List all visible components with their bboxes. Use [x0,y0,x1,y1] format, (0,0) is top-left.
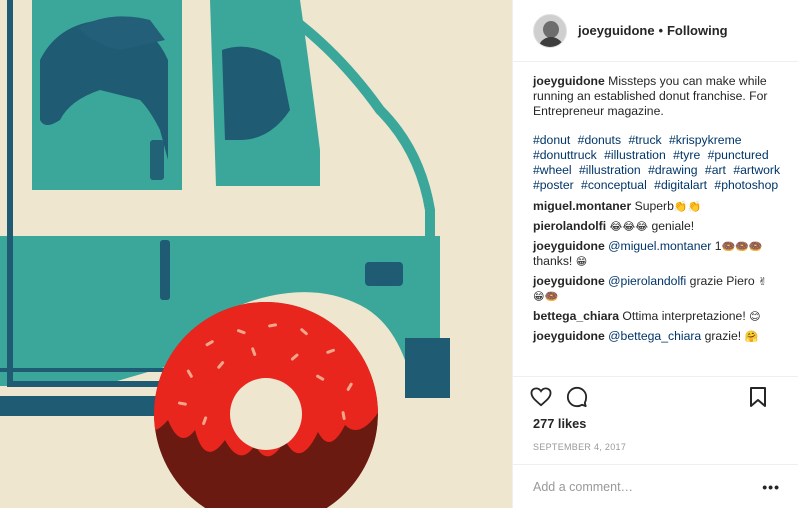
hashtag-link[interactable]: #donuttruck [533,148,597,162]
hashtag-link[interactable]: #punctured [708,148,769,162]
comment-username[interactable]: joeyguidone [533,274,605,288]
caption-username[interactable]: joeyguidone [533,74,605,88]
hashtag-link[interactable]: #donuts [578,133,621,147]
speech-bubble-icon[interactable] [565,385,589,409]
header-separator: • [658,23,663,38]
add-comment-input[interactable] [533,479,733,494]
comment-username[interactable]: joeyguidone [533,329,605,343]
action-bar [513,376,798,416]
comments-list: joeyguidone Missteps you can make while … [513,62,798,376]
comment-text: grazie Piero [689,274,755,288]
avatar-body [538,36,564,47]
post-sidebar: joeyguidone • Following joeyguidone Miss… [512,0,798,508]
header-username[interactable]: joeyguidone [578,23,655,38]
hashtag-link[interactable]: #digitalart [654,178,707,192]
comment-mention[interactable]: @miguel.montaner [608,239,711,253]
hashtag-link[interactable]: #conceptual [581,178,647,192]
hugging-emoji-icon: 🤗 [744,330,759,343]
hashtag-link[interactable]: #art [705,163,726,177]
comment-text: geniale! [651,219,695,233]
victory-hand-emoji-icon: ✌ [758,275,768,288]
following-button[interactable]: Following [667,23,728,38]
avatar[interactable] [533,13,567,48]
hashtag-link[interactable]: #krispykreme [669,133,741,147]
comment-text: Superb [634,199,674,213]
donut-emoji-icon: 🍩🍩🍩 [721,240,763,253]
donut-truck-illustration [0,0,512,508]
heart-icon[interactable] [529,385,553,409]
hashtag-link[interactable]: #tyre [673,148,700,162]
ellipsis-icon[interactable]: ••• [762,479,780,495]
post-image[interactable] [0,0,512,508]
caption: joeyguidone Missteps you can make while … [533,74,798,119]
comment: joeyguidone @pierolandolfi grazie Piero … [533,274,798,304]
clapping-emoji-icon: 👏👏 [673,200,702,213]
comment-text: 1 [714,239,722,253]
hashtag-link[interactable]: #photoshop [714,178,778,192]
comment-username[interactable]: miguel.montaner [533,199,631,213]
hashtag-list: #donut #donuts #truck #krispykreme #donu… [533,133,798,193]
hashtag-link[interactable]: #truck [628,133,661,147]
likes-count[interactable]: 277 likes [513,416,798,434]
hashtag-link[interactable]: #donut [533,133,570,147]
comment: bettega_chiara Ottima interpretazione! 😊 [533,309,798,324]
grinning-donut-emoji-icon: 😁🍩 [533,290,559,303]
hashtag-link[interactable]: #poster [533,178,574,192]
comment-username[interactable]: pierolandolfi [533,219,606,233]
comment-text: grazie! [704,329,742,343]
comment: joeyguidone @miguel.montaner 1🍩🍩🍩 thanks… [533,239,798,269]
post-date: September 4, 2017 [533,442,627,452]
comment-text: Ottima interpretazione! [622,309,746,323]
hashtag-link[interactable]: #artwork [733,163,780,177]
grinning-emoji-icon: 😁 [575,255,588,268]
hashtag-link[interactable]: #wheel [533,163,572,177]
comment: miguel.montaner Superb👏👏 [533,199,798,214]
hashtag-link[interactable]: #drawing [648,163,697,177]
laughing-emoji-icon: 😂😂😂 [609,220,649,233]
smiling-emoji-icon: 😊 [749,310,761,323]
comment-text-after: thanks! [533,254,573,268]
comment-username[interactable]: bettega_chiara [533,309,619,323]
comment: pierolandolfi 😂😂😂 geniale! [533,219,798,234]
comment-mention[interactable]: @pierolandolfi [608,274,686,288]
comment-mention[interactable]: @bettega_chiara [608,329,701,343]
avatar-face [543,20,559,38]
post-header: joeyguidone • Following [513,0,798,62]
comment: joeyguidone @bettega_chiara grazie! 🤗 [533,329,798,344]
instagram-post: joeyguidone • Following joeyguidone Miss… [0,0,798,508]
add-comment-bar: ••• [513,464,798,508]
comment-username[interactable]: joeyguidone [533,239,605,253]
bookmark-icon[interactable] [746,385,770,409]
hashtag-link[interactable]: #illustration [604,148,666,162]
hashtag-link[interactable]: #illustration [579,163,641,177]
